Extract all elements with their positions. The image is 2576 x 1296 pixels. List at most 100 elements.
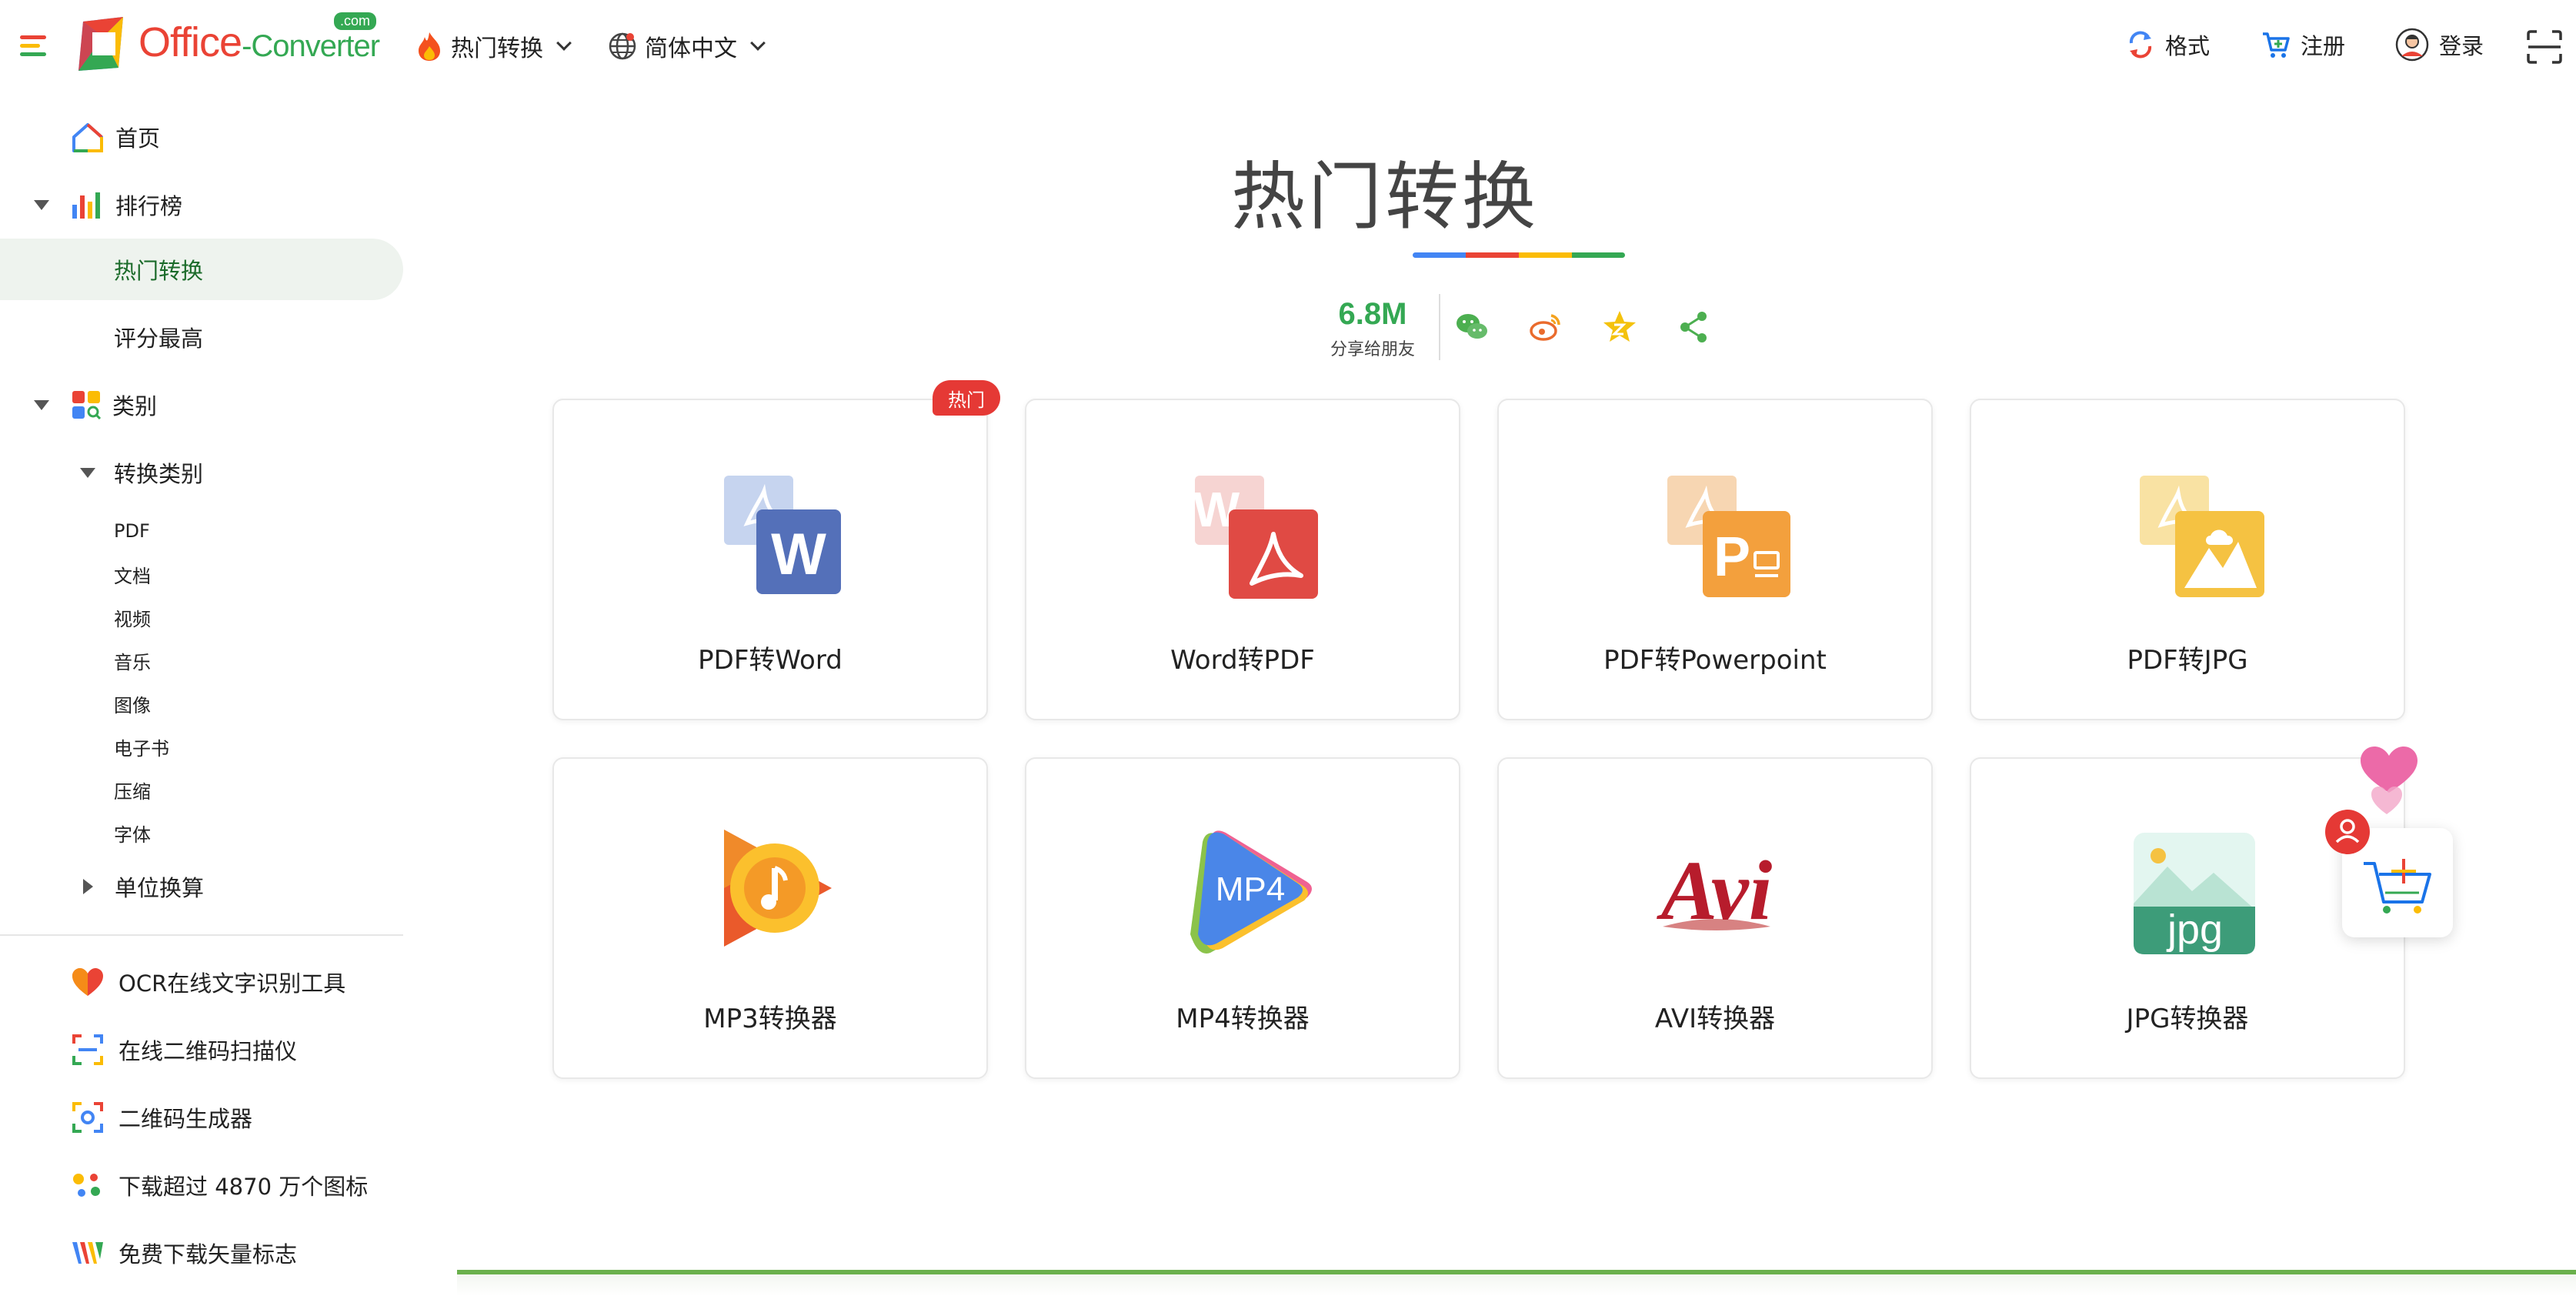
sidebar-category-documents[interactable]: 文档	[114, 559, 151, 590]
title-underline-green	[1572, 252, 1625, 258]
header-formats-label: 格式	[2165, 33, 2211, 59]
wechat-icon[interactable]	[1453, 308, 1491, 346]
sidebar-category-pdf[interactable]: PDF	[114, 516, 150, 546]
logo-mark-icon	[78, 17, 123, 71]
share-icon[interactable]	[1674, 308, 1713, 346]
sidebar-item-categories[interactable]: 类别	[0, 374, 403, 436]
sidebar-item-unit-conversion[interactable]: 单位换算	[0, 856, 403, 917]
menu-icon[interactable]	[20, 35, 46, 57]
sidebar-categories-label: 类别	[112, 393, 158, 419]
site-logo[interactable]: Office-Converter .com	[72, 12, 388, 74]
nav-language[interactable]: 简体中文	[608, 28, 766, 65]
card-label: PDF转Powerpoint	[1603, 645, 1827, 676]
card-avi-converter[interactable]: Avi AVI转换器	[1497, 757, 1933, 1079]
header-formats-link[interactable]: 格式	[2125, 26, 2210, 63]
title-underline-blue	[1413, 252, 1466, 258]
sidebar-tool-icons-label: 下载超过 4870 万个图标	[118, 1174, 369, 1200]
favorite-star-icon[interactable]	[1600, 308, 1639, 346]
card-label: Word转PDF	[1170, 645, 1315, 676]
logo-com-badge: .com	[334, 12, 377, 30]
card-jpg-converter[interactable]: jpg JPG转换器	[1970, 757, 2405, 1079]
header-login-link[interactable]: 登录	[2394, 26, 2484, 63]
sidebar-category-ebook[interactable]: 电子书	[114, 731, 169, 762]
sidebar-tool-qr-generator-label: 二维码生成器	[118, 1106, 253, 1132]
sidebar-ranking-label: 排行榜	[115, 193, 183, 219]
jpg-icon-text: jpg	[2166, 907, 2223, 953]
card-pdf-to-jpg[interactable]: PDF转JPG	[1970, 399, 2405, 720]
sidebar-hot-label: 热门转换	[114, 258, 204, 284]
sidebar-tool-ocr[interactable]: OCR在线文字识别工具	[71, 959, 345, 1005]
qr-generator-icon	[72, 1102, 103, 1133]
page-title: 热门转换	[1231, 154, 1539, 240]
card-pdf-to-powerpoint[interactable]: P PDF转Powerpoint	[1497, 399, 1933, 720]
logo-converter: -Converter	[242, 29, 380, 63]
sidebar-tool-qr-generator[interactable]: 二维码生成器	[71, 1094, 252, 1141]
weibo-icon[interactable]	[1527, 308, 1565, 346]
sidebar-item-conversion-categories[interactable]: 转换类别	[0, 442, 403, 503]
sidebar-tool-ocr-label: OCR在线文字识别工具	[118, 970, 346, 997]
card-pdf-to-word[interactable]: W PDF转Word	[552, 399, 988, 720]
sidebar-toprated-label: 评分最高	[114, 326, 204, 352]
sidebar-category-font[interactable]: 字体	[114, 817, 151, 848]
sidebar-item-ranking[interactable]: 排行榜	[0, 174, 403, 235]
floating-user-button[interactable]	[2325, 810, 2370, 854]
pdf-to-word-icon: W	[724, 476, 841, 594]
sidebar-tool-icons-download[interactable]: 下载超过 4870 万个图标	[71, 1162, 368, 1208]
card-label: MP3转换器	[703, 1004, 837, 1034]
triangle-down-icon	[80, 467, 95, 478]
sidebar-tool-qr-scanner[interactable]: 在线二维码扫描仪	[71, 1027, 297, 1073]
card-label: JPG转换器	[2126, 1004, 2249, 1034]
triangle-down-icon	[34, 399, 49, 410]
sidebar-unit-label: 单位换算	[115, 875, 205, 901]
globe-icon	[609, 32, 636, 60]
title-underline-red	[1466, 252, 1519, 258]
title-underline-yellow	[1519, 252, 1572, 258]
sidebar-category-video[interactable]: 视频	[114, 602, 151, 633]
sidebar-item-home[interactable]: 首页	[0, 106, 403, 168]
nav-language-label: 简体中文	[645, 35, 737, 62]
dots-icon	[73, 1174, 100, 1197]
sidebar-item-top-rated[interactable]: 评分最高	[0, 306, 403, 368]
sidebar-home-label: 首页	[115, 125, 161, 152]
chevron-down-icon	[750, 35, 766, 51]
user-avatar-icon	[2395, 28, 2429, 62]
bar-chart-icon	[72, 192, 100, 219]
user-icon	[2335, 819, 2360, 843]
card-label: PDF转JPG	[2127, 645, 2248, 676]
nav-hot-label: 热门转换	[451, 35, 543, 62]
sidebar-category-archive[interactable]: 压缩	[114, 774, 151, 805]
sidebar-category-image[interactable]: 图像	[114, 688, 151, 719]
card-mp3-converter[interactable]: MP3转换器	[552, 757, 988, 1079]
mp4-converter-icon: MP4	[1190, 830, 1312, 954]
share-label: 分享给朋友	[1330, 340, 1415, 359]
mp3-converter-icon	[724, 830, 832, 947]
sidebar-convcat-label: 转换类别	[114, 461, 204, 487]
sidebar-divider	[0, 934, 403, 936]
nav-hot-conversions[interactable]: 热门转换	[415, 28, 572, 65]
qr-scan-icon	[72, 1034, 103, 1065]
sidebar-tool-vector-label: 免费下载矢量标志	[118, 1241, 298, 1268]
card-label: PDF转Word	[698, 645, 843, 676]
pdf-to-powerpoint-icon: P	[1667, 476, 1790, 597]
sidebar-tool-qr-scanner-label: 在线二维码扫描仪	[118, 1038, 298, 1064]
jpg-converter-icon: jpg	[2134, 833, 2255, 954]
triangle-down-icon	[34, 199, 49, 210]
scan-frame-icon[interactable]	[2525, 29, 2564, 65]
avi-converter-icon: Avi	[1657, 843, 1773, 937]
convert-arrows-icon	[2129, 31, 2152, 58]
hot-badge: 热门	[933, 380, 1000, 416]
vector-logo-icon	[72, 1242, 103, 1264]
triangle-right-icon	[83, 879, 93, 894]
top-header: Office-Converter .com 热门转换 简体中文 格式 注册 登录	[0, 0, 2576, 92]
floating-heart-icon[interactable]	[2354, 739, 2424, 816]
card-word-to-pdf[interactable]: W Word转PDF	[1025, 399, 1460, 720]
category-icon	[72, 391, 102, 420]
header-login-label: 登录	[2439, 33, 2484, 59]
sidebar-tool-vector-logos[interactable]: 免费下载矢量标志	[71, 1230, 297, 1276]
header-register-link[interactable]: 注册	[2261, 26, 2345, 63]
logo-office: Office	[138, 19, 242, 65]
sidebar-category-music[interactable]: 音乐	[114, 645, 151, 676]
share-separator	[1439, 294, 1440, 360]
sidebar-item-hot-conversions[interactable]: 热门转换	[0, 239, 403, 300]
card-mp4-converter[interactable]: MP4 MP4转换器	[1025, 757, 1460, 1079]
